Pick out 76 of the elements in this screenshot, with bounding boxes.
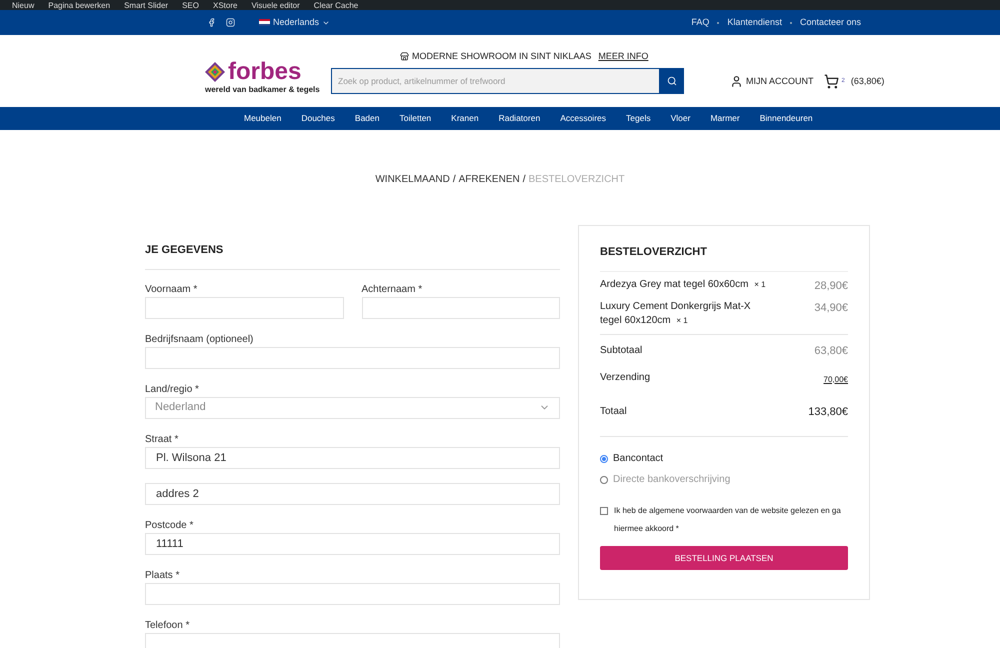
nav-link[interactable]: Toiletten: [400, 112, 432, 125]
search-button[interactable]: [660, 68, 684, 94]
radio-button[interactable]: [600, 476, 608, 484]
field-label: Plaats *: [145, 568, 180, 582]
input-field[interactable]: Pl. Wilsona 21: [145, 446, 560, 468]
cart-total: (63,80€): [850, 74, 884, 88]
product-price: 28,90€: [814, 278, 848, 294]
terms-text: Ik heb de algemene voorwaarden van de website gelezen en ga hiermee akkoord *: [614, 505, 842, 535]
input-field[interactable]: 11111: [145, 532, 560, 554]
breadcrumb-link[interactable]: AFREKENEN: [458, 172, 520, 187]
search-icon: [667, 76, 677, 86]
total-value: 133,80€: [808, 404, 848, 420]
forbes-logo[interactable]: forbes wereld van badkamer & tegels: [205, 58, 323, 95]
more-info-link[interactable]: MEER INFO: [598, 50, 648, 64]
total-label: Totaal: [600, 404, 627, 418]
field-label: Straat *: [145, 432, 180, 446]
radio-button[interactable]: [600, 454, 608, 462]
nav-link[interactable]: Kranen: [451, 112, 479, 125]
breadcrumb-separator: /: [522, 173, 526, 187]
showroom-text: MODERNE SHOWROOM IN SINT NIKLAAS: [412, 50, 592, 63]
nav-link[interactable]: Douches: [301, 112, 335, 125]
shipping-value: 70,00€: [824, 374, 848, 386]
top-link[interactable]: Klantendienst: [727, 16, 782, 30]
admin-bar-link[interactable]: Clear Cache: [314, 1, 358, 10]
account-link[interactable]: MIJN ACCOUNT: [730, 74, 814, 88]
field-label: Postcode *: [145, 518, 194, 532]
admin-bar-link[interactable]: XStore: [212, 1, 238, 10]
instagram-icon[interactable]: [226, 18, 235, 27]
nav-link[interactable]: Meubelen: [244, 112, 282, 125]
nav-link[interactable]: Baden: [354, 112, 380, 125]
search-field[interactable]: Zoek op product, artikelnummer of trefwoord: [331, 68, 660, 94]
facebook-icon[interactable]: [207, 18, 216, 27]
admin-bar-link[interactable]: SEO: [182, 1, 199, 10]
input-field[interactable]: addres 2: [145, 482, 560, 504]
product-price: 34,90€: [814, 301, 848, 316]
field-label: Telefoon *: [145, 618, 190, 632]
nav-link[interactable]: Vloer: [670, 112, 690, 125]
section-title: JE GEGEVENS: [145, 242, 560, 270]
top-link[interactable]: FAQ: [691, 16, 710, 30]
summary-title: BESTELOVERZICHT: [600, 244, 848, 272]
nav-link[interactable]: Radiatoren: [498, 112, 540, 125]
top-link[interactable]: Contacteer ons: [800, 16, 861, 30]
cart-icon[interactable]: [824, 74, 838, 89]
diamond-logo-icon: [205, 62, 225, 82]
place-order-button[interactable]: BESTELLING PLAATSEN: [600, 546, 848, 570]
product-name: Ardezya Grey mat tegel 60x60cm × 1: [600, 278, 767, 292]
payment-option[interactable]: Bancontact: [600, 451, 848, 466]
breadcrumb-link[interactable]: WINKELMAAND: [375, 172, 450, 187]
country-select[interactable]: Nederland: [145, 396, 560, 418]
field-label: Achternaam *: [362, 282, 424, 296]
subtotal-value: 63,80€: [814, 344, 848, 359]
input-field[interactable]: [362, 296, 560, 318]
input-field[interactable]: [145, 632, 560, 648]
admin-bar-link[interactable]: Smart Slider: [124, 1, 168, 10]
subtotal-label: Subtotaal: [600, 344, 642, 358]
terms-checkbox[interactable]: [600, 507, 608, 515]
input-field[interactable]: [145, 582, 560, 604]
admin-bar-link[interactable]: Pagina bewerken: [48, 1, 110, 10]
input-field[interactable]: [145, 296, 344, 318]
shipping-label: Verzending: [600, 370, 650, 384]
flag-icon: [259, 19, 270, 26]
nav-link[interactable]: Accessoires: [560, 112, 606, 125]
breadcrumb-separator: /: [452, 173, 456, 187]
store-icon: [400, 52, 409, 62]
language-selector[interactable]: Nederlands: [259, 16, 330, 30]
product-name: Luxury Cement Donkergrijs Mat-X tegel 60x120cm × 1: [600, 300, 752, 328]
admin-bar-link[interactable]: Nieuw: [12, 1, 34, 10]
nav-link[interactable]: Marmer: [710, 112, 740, 125]
field-label: Voornaam *: [145, 282, 198, 296]
user-icon: [730, 74, 743, 88]
field-label: Bedrijfsnaam (optioneel): [145, 332, 254, 346]
nav-link[interactable]: Tegels: [626, 112, 651, 125]
field-label: Land/regio *: [145, 382, 200, 396]
input-field[interactable]: [145, 346, 560, 368]
nav-link[interactable]: Binnendeuren: [760, 112, 813, 125]
admin-bar-link[interactable]: Visuele editor: [251, 1, 300, 10]
